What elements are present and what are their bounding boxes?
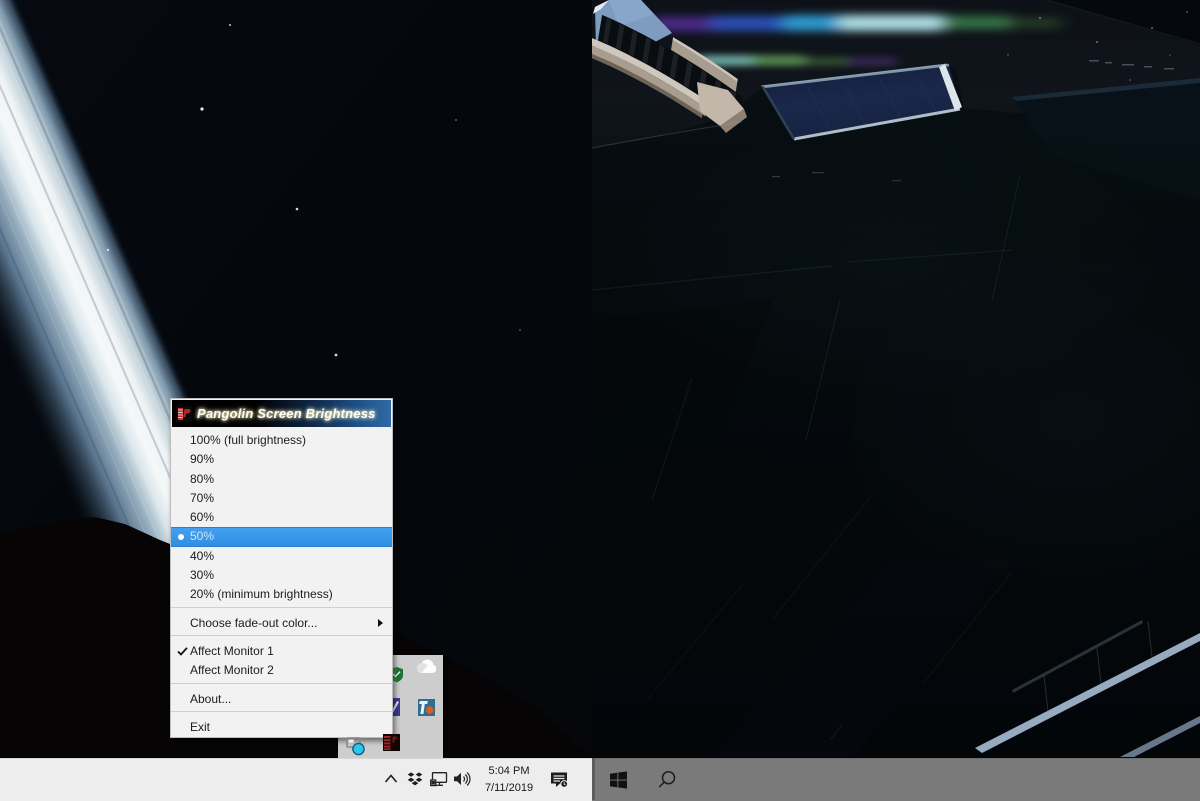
- svg-text:7/11/2019: 7/11/2019: [485, 782, 533, 794]
- svg-text:5:04 PM: 5:04 PM: [489, 765, 530, 777]
